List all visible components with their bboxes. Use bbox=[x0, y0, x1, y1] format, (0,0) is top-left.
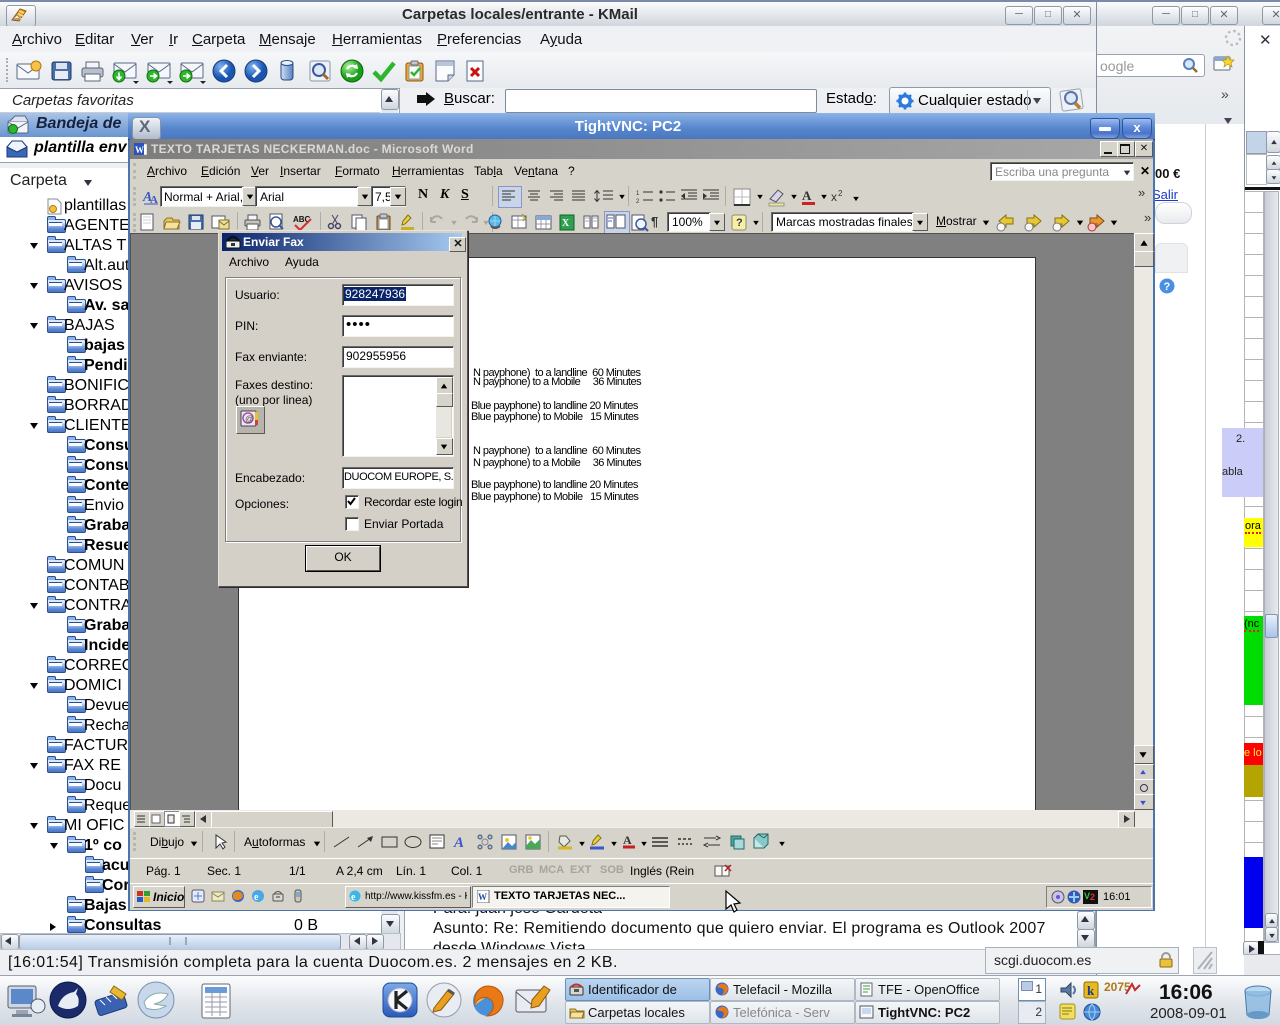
svg-text:@: @ bbox=[245, 414, 254, 424]
svg-text:e: e bbox=[254, 892, 259, 903]
svg-text:?: ? bbox=[1164, 281, 1171, 293]
svg-text:1: 1 bbox=[636, 191, 640, 197]
svg-text:e: e bbox=[351, 892, 356, 903]
svg-text:2: 2 bbox=[636, 199, 640, 205]
svg-text:A: A bbox=[802, 188, 812, 203]
svg-text:W: W bbox=[478, 892, 487, 902]
svg-text:W: W bbox=[135, 145, 144, 155]
svg-text:A: A bbox=[623, 833, 632, 847]
svg-text:?: ? bbox=[736, 217, 743, 229]
svg-text:X: X bbox=[562, 218, 570, 229]
svg-text:A: A bbox=[453, 835, 464, 851]
svg-text:k: k bbox=[1087, 983, 1095, 998]
svg-text:2: 2 bbox=[838, 189, 843, 198]
svg-text:x: x bbox=[831, 190, 837, 204]
